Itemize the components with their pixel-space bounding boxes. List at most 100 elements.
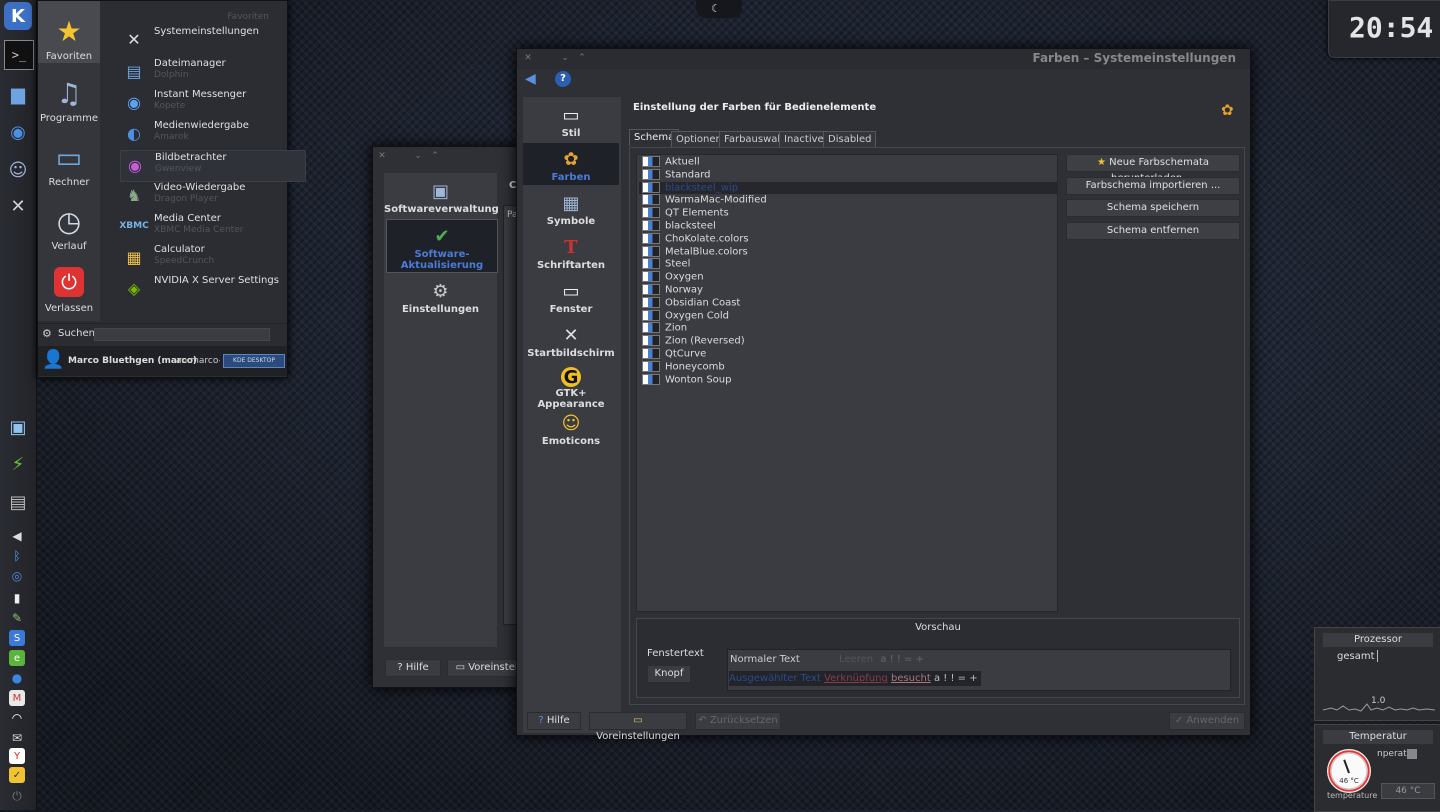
import-scheme-button[interactable]: Farbschema importieren ... — [1066, 177, 1240, 195]
evernote-icon[interactable]: e — [9, 650, 25, 666]
fav-item[interactable]: ◉ Bildbetrachter Gwenview — [120, 150, 306, 182]
scheme-item[interactable]: QtCurve — [639, 348, 1057, 361]
search-bar: ⚙ Suchen: — [38, 323, 287, 346]
scheme-item[interactable]: Zion — [639, 322, 1057, 335]
item-softwareverwaltung[interactable]: ▣ Softwareverwaltung — [384, 175, 499, 219]
bluetooth-icon[interactable]: ᛒ — [9, 548, 25, 564]
scheme-item[interactable]: MetalBlue.colors — [639, 245, 1057, 259]
close-icon[interactable]: ✕ — [523, 53, 533, 63]
scheme-item[interactable]: Oxygen Cold — [639, 309, 1057, 323]
scheme-item[interactable]: ChoKolate.colors — [639, 232, 1057, 246]
sidebar-emoticons[interactable]: ☺ Emoticons — [523, 407, 619, 449]
sidebar-startbildschirm[interactable]: ✕ Startbildschirm — [523, 319, 619, 361]
fav-item[interactable]: ♞ Video-Wiedergabe Dragon Player — [120, 181, 280, 211]
scheme-item[interactable]: Wonton Soup — [639, 373, 1057, 387]
preview-button[interactable]: Knopf — [647, 665, 691, 683]
scheme-item[interactable]: blacksteel — [639, 220, 1057, 233]
download-schemes-button[interactable]: ★ Neue Farbschemata herunterladen ... — [1066, 154, 1240, 184]
sidebar-fenster[interactable]: ▭ Fenster — [523, 275, 619, 317]
wifi-icon[interactable]: ◠ — [9, 710, 25, 726]
reset-button[interactable]: ↶ Zurücksetzen — [695, 712, 781, 730]
pin-icon[interactable]: ✎ — [9, 610, 25, 626]
close-icon[interactable]: ✕ — [377, 151, 387, 161]
trash-icon[interactable]: ▤ — [4, 488, 32, 516]
sidebar-gtk[interactable]: G GTK+ Appearance — [523, 363, 619, 411]
category-rechner[interactable]: ▭ Rechner — [38, 139, 100, 195]
scheme-name: QtCurve — [665, 348, 707, 360]
save-scheme-button[interactable]: Schema speichern — [1066, 199, 1240, 217]
minimize-icon[interactable]: ⌄ — [560, 53, 570, 63]
item-einstellungen[interactable]: ⚙ Einstellungen — [384, 275, 497, 319]
scheme-item[interactable]: Norway — [639, 284, 1057, 297]
search-input[interactable] — [94, 328, 270, 341]
back-icon[interactable]: ◀ — [525, 71, 536, 87]
gwenview-icon: ◉ — [128, 155, 142, 175]
sidebar-stil[interactable]: ▭ Stil — [523, 99, 619, 141]
terminal-icon[interactable]: >_ — [4, 40, 34, 70]
apply-button[interactable]: ✓ Anwenden — [1169, 712, 1245, 730]
fav-title: Systemeinstellungen — [154, 26, 259, 37]
scheme-list[interactable]: Aktuell Standard blacksteel_wip WarmaMac-Mo… — [636, 154, 1058, 612]
user-bar: 👤 Marco Bluethgen (marco) an marco- KDE … — [38, 346, 287, 376]
gmail-icon[interactable]: M — [9, 690, 25, 706]
chromium-icon[interactable]: ◉ — [4, 118, 32, 146]
scheme-item[interactable]: Standard — [639, 168, 1057, 182]
monitor-icon[interactable]: ▣ — [4, 413, 32, 441]
fav-title: Dateimanager — [154, 58, 226, 69]
remove-scheme-button[interactable]: Schema entfernen — [1066, 222, 1240, 240]
scheme-item[interactable]: Honeycomb — [639, 360, 1057, 374]
fav-item[interactable]: ◈ NVIDIA X Server Settings — [120, 274, 280, 304]
scheme-item[interactable]: WarmaMac-Modified — [639, 194, 1057, 207]
network-icon[interactable]: ◎ — [9, 568, 25, 584]
fav-item[interactable]: ◉ Instant Messenger Kopete — [120, 88, 280, 118]
fav-title: Calculator — [154, 244, 205, 255]
bg-help-button[interactable]: ? Hilfe — [385, 659, 441, 677]
notes-icon[interactable]: ✓ — [9, 767, 25, 783]
thunderbird-icon[interactable]: ● — [9, 670, 25, 686]
fav-item[interactable]: ▤ Dateimanager Dolphin — [120, 57, 280, 87]
volume-icon[interactable]: ◀ — [9, 528, 25, 544]
sidebar-farben[interactable]: ✿ Farben — [523, 143, 619, 185]
settings-icon[interactable]: ✕ — [4, 192, 32, 220]
fav-item[interactable]: ◐ Medienwiedergabe Amarok — [120, 119, 280, 149]
finder-icon[interactable]: ☺ — [4, 156, 32, 184]
tab-disabled[interactable]: Disabled — [823, 131, 877, 148]
category-favoriten[interactable]: ★ Favoriten — [38, 1, 100, 63]
scheme-item[interactable]: Obsidian Coast — [639, 296, 1057, 310]
power-icon[interactable]: ⏻ — [9, 788, 25, 804]
folder-icon[interactable]: ▆ — [4, 80, 32, 108]
defaults-button[interactable]: ▭ Voreinstellungen — [589, 712, 687, 742]
minimize-icon[interactable]: ⌄ — [413, 151, 423, 161]
yahoo-icon[interactable]: Y — [9, 748, 25, 764]
mail-icon[interactable]: ✉ — [9, 730, 25, 746]
scheme-item[interactable]: Aktuell — [639, 156, 1057, 169]
sidebar-schriftarten[interactable]: T Schriftarten — [523, 231, 619, 273]
fav-item[interactable]: ✕ Systemeinstellungen — [120, 25, 280, 55]
scheme-item[interactable]: Oxygen — [639, 271, 1057, 284]
battery-icon[interactable]: ⚡ — [4, 450, 32, 478]
category-verlassen[interactable]: ⏻ Verlassen — [38, 267, 100, 323]
fav-item[interactable]: ▦ Calculator SpeedCrunch — [120, 243, 280, 273]
maximize-icon[interactable]: ⌃ — [577, 53, 587, 63]
tab-inactive[interactable]: Inactive — [779, 131, 829, 148]
maximize-icon[interactable]: ⌃ — [430, 151, 440, 161]
help-button[interactable]: ? Hilfe — [527, 712, 581, 730]
help-icon[interactable]: ? — [555, 71, 571, 87]
preview-normal-text: Normaler Text — [730, 654, 800, 665]
kde-menu-icon[interactable]: K — [4, 2, 32, 30]
item-software-aktualisierung[interactable]: ✔ Software-Aktualisierung — [386, 219, 498, 273]
sidebar-symbole[interactable]: ▦ Symbole — [523, 187, 619, 229]
scheme-item[interactable]: Zion (Reversed) — [639, 335, 1057, 348]
skype-icon[interactable]: S — [9, 630, 25, 646]
tab-body: Aktuell Standard blacksteel_wip WarmaMac-Mo… — [629, 147, 1245, 705]
scheme-item[interactable]: Steel — [639, 258, 1057, 271]
scheme-preview-icon — [642, 232, 660, 244]
scheme-item[interactable]: QT Elements — [639, 207, 1057, 220]
fav-item[interactable]: XBMC Media Center XBMC Media Center — [119, 212, 280, 242]
preview-title: Vorschau — [915, 622, 961, 633]
category-programme[interactable]: ♫ Programme — [38, 75, 100, 131]
clipboard-icon[interactable]: ▮ — [9, 590, 25, 606]
scheme-item[interactable]: blacksteel_wip — [639, 181, 1057, 195]
category-verlauf[interactable]: ◷ Verlauf — [38, 203, 100, 259]
fav-sub: Gwenview — [155, 164, 202, 174]
